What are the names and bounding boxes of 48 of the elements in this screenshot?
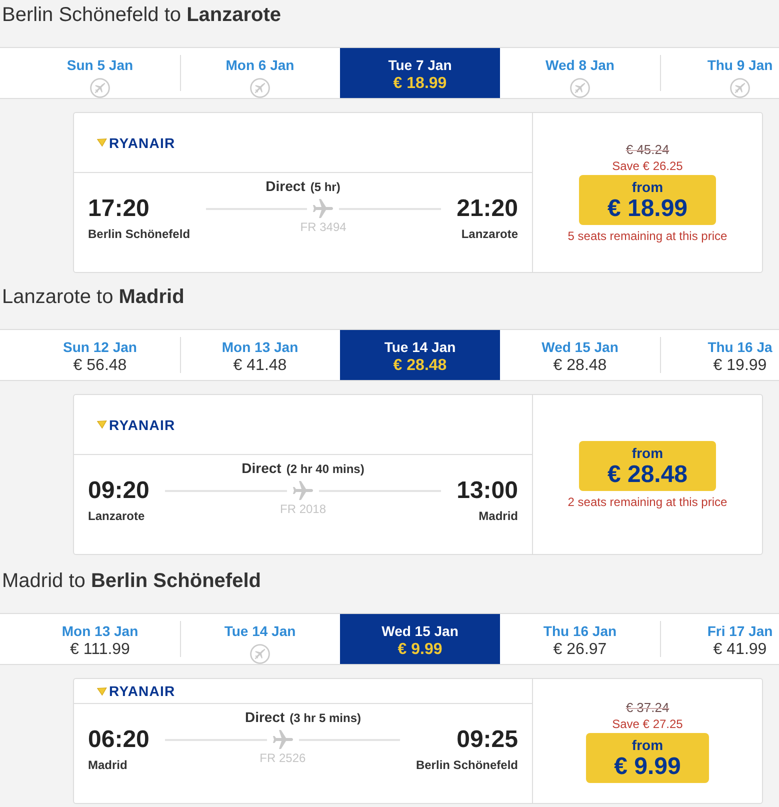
- airline-logo-text: RYANAIR: [109, 683, 176, 699]
- no-flights-icon: [250, 644, 270, 664]
- flight-number: FR 2526: [260, 751, 306, 765]
- saving-label: Save € 26.25: [612, 158, 683, 174]
- route-title: Madrid to Berlin Schönefeld: [2, 570, 261, 592]
- duration-label: (5 hr): [310, 179, 340, 195]
- date-tab[interactable]: Tue 14 Jan € 28.48: [340, 330, 500, 380]
- no-flights-icon: [90, 78, 110, 98]
- airline-logo-text: RYANAIR: [109, 416, 176, 432]
- select-fare-button[interactable]: from € 9.99: [586, 732, 709, 782]
- no-flights-icon: [250, 78, 270, 98]
- arrival-airport: Madrid: [478, 508, 518, 524]
- flight-number: FR 3494: [300, 220, 346, 234]
- arrival-airport: Berlin Schönefeld: [416, 757, 518, 773]
- duration-label: (3 hr 5 mins): [290, 710, 362, 726]
- stops-label: Direct: [244, 709, 285, 725]
- departure-airport: Lanzarote: [88, 508, 145, 524]
- arrival-time: 13:00: [456, 477, 518, 505]
- no-flights-icon: [730, 78, 750, 98]
- departure-time: 09:20: [88, 477, 150, 505]
- departure-time: 17:20: [88, 195, 150, 223]
- logo-emblem-icon: [97, 686, 107, 696]
- select-fare-button[interactable]: from € 28.48: [579, 440, 716, 490]
- date-tab[interactable]: Tue 7 Jan € 18.99: [340, 48, 500, 98]
- logo-emblem-icon: [97, 420, 107, 429]
- airline-logo-text: RYANAIR: [109, 134, 176, 150]
- route-title: Berlin Schönefeld to Lanzarote: [2, 4, 282, 26]
- duration-label: (2 hr 40 mins): [286, 461, 364, 477]
- saving-label: Save € 27.25: [612, 716, 683, 732]
- arrival-airport: Lanzarote: [461, 226, 518, 242]
- date-tab[interactable]: Wed 15 Jan € 9.99: [340, 614, 500, 664]
- seats-note: 2 seats remaining at this price: [568, 494, 728, 510]
- logo-emblem-icon: [97, 138, 107, 147]
- plane-icon: [293, 481, 313, 501]
- departure-airport: Berlin Schönefeld: [88, 226, 190, 242]
- seats-note: 5 seats remaining at this price: [568, 228, 728, 244]
- plane-icon: [272, 730, 293, 750]
- no-flights-icon: [570, 78, 590, 98]
- stops-label: Direct: [242, 460, 282, 476]
- arrival-time: 21:20: [456, 195, 518, 223]
- select-fare-button[interactable]: from € 18.99: [579, 174, 716, 224]
- arrival-time: 09:25: [456, 726, 518, 754]
- stops-label: Direct: [266, 178, 306, 194]
- departure-airport: Madrid: [88, 757, 128, 773]
- plane-icon: [313, 199, 334, 219]
- departure-time: 06:20: [88, 726, 150, 754]
- route-title: Lanzarote to Madrid: [2, 286, 184, 308]
- flight-number: FR 2018: [280, 502, 326, 516]
